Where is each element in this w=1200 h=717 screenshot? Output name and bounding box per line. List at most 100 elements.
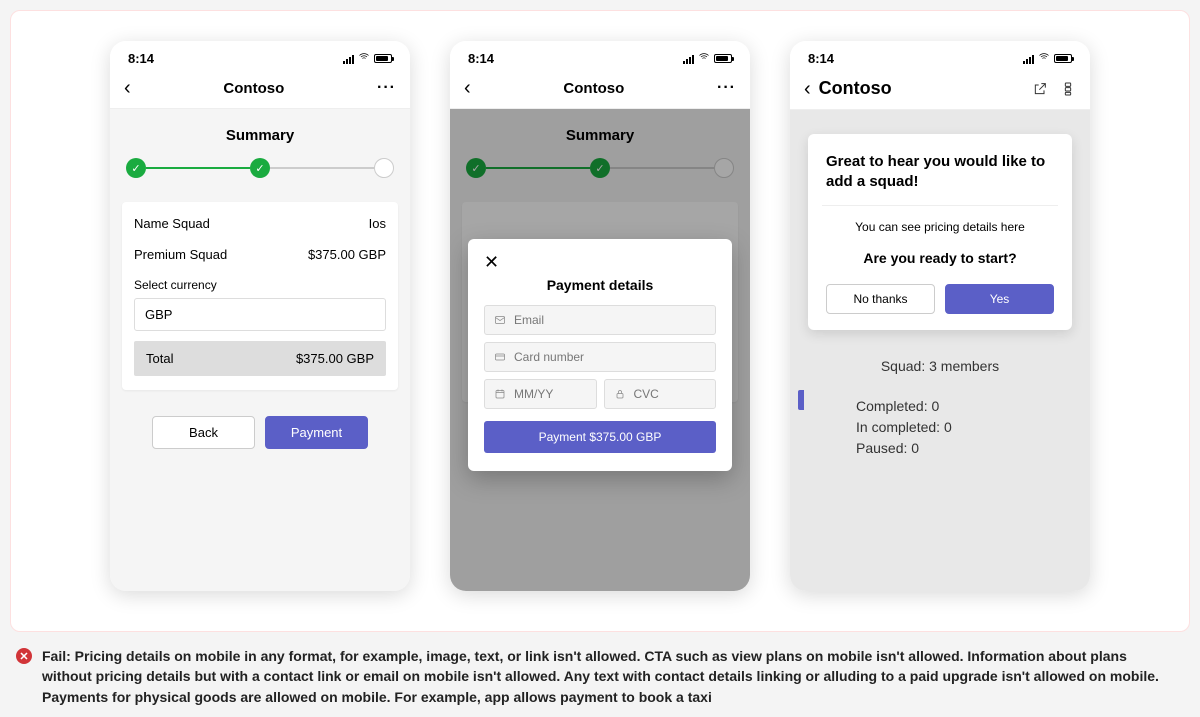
dialog-headline: Great to hear you would like to add a sq… [826, 152, 1054, 193]
card-placeholder: Card number [514, 350, 584, 364]
card-icon [494, 351, 506, 363]
progress-stepper: ✓ ✓ ✓ [466, 158, 734, 178]
example-container: 8:14 ‹ Contoso ··· Summary ✓ ✓ ✓ [10, 10, 1190, 632]
signal-icon [683, 54, 694, 64]
phone-mock-3: 8:14 ‹ Contoso Great to hear you would l… [790, 41, 1090, 591]
phone-mock-2: 8:14 ‹ Contoso ··· Summary ✓ ✓ ✓ Back [450, 41, 750, 591]
screen2-content: Summary ✓ ✓ ✓ Back Payment ✕ Payment det… [450, 109, 750, 591]
more-icon[interactable]: ··· [377, 79, 396, 97]
signal-icon [1023, 54, 1034, 64]
name-label: Name Squad [134, 216, 210, 231]
wifi-icon [698, 51, 710, 66]
fail-icon: ✕ [16, 648, 32, 664]
step-line [146, 167, 250, 169]
wifi-icon [358, 51, 370, 66]
status-time: 8:14 [128, 51, 154, 66]
no-thanks-button[interactable]: No thanks [826, 284, 935, 314]
expiry-field[interactable]: MM/YY [484, 379, 597, 409]
open-external-icon[interactable] [1032, 81, 1048, 97]
caption-body: Pricing details on mobile in any format,… [42, 648, 1159, 705]
email-field[interactable]: Email [484, 305, 716, 335]
squad-info-card: Squad: 3 members Completed: 0 In complet… [810, 344, 1070, 473]
stat-paused: Paused: 0 [856, 438, 1054, 459]
caption-label: Fail: [42, 648, 71, 664]
step-line [486, 167, 590, 169]
step-line [610, 167, 714, 169]
battery-icon [714, 54, 732, 63]
battery-icon [1054, 54, 1072, 63]
step-pending-icon: ✓ [374, 158, 394, 178]
status-time: 8:14 [808, 51, 834, 66]
nav-title: Contoso [819, 78, 892, 99]
phone-mock-1: 8:14 ‹ Contoso ··· Summary ✓ ✓ ✓ [110, 41, 410, 591]
back-icon[interactable]: ‹ [804, 79, 811, 99]
signal-icon [343, 54, 354, 64]
page-title: Summary [122, 127, 398, 144]
nav-bar: ‹ Contoso ··· [450, 70, 750, 109]
expiry-placeholder: MM/YY [514, 387, 553, 401]
caption-text: Fail: Pricing details on mobile in any f… [42, 646, 1164, 707]
currency-select[interactable]: GBP [134, 298, 386, 331]
selection-indicator [798, 390, 804, 410]
stats-block: Completed: 0 In completed: 0 Paused: 0 [826, 396, 1054, 459]
name-row: Name Squad Ios [134, 216, 386, 231]
payment-modal: ✕ Payment details Email Card number MM/Y… [468, 239, 732, 471]
currency-label: Select currency [134, 278, 386, 292]
stat-completed: Completed: 0 [856, 396, 1054, 417]
status-right [343, 51, 392, 66]
nav-actions [1032, 81, 1076, 97]
step-done-icon: ✓ [250, 158, 270, 178]
dialog-actions: No thanks Yes [826, 284, 1054, 314]
back-button[interactable]: Back [152, 416, 255, 449]
screen3-content: Great to hear you would like to add a sq… [790, 110, 1090, 591]
lock-icon [614, 388, 626, 400]
premium-value: $375.00 GBP [308, 247, 386, 262]
dialog-question: Are you ready to start? [826, 250, 1054, 266]
step-pending-icon: ✓ [714, 158, 734, 178]
divider [822, 205, 1058, 206]
cvc-field[interactable]: CVC [604, 379, 717, 409]
premium-label: Premium Squad [134, 247, 227, 262]
card-field[interactable]: Card number [484, 342, 716, 372]
screen1-content: Summary ✓ ✓ ✓ Name Squad Ios Premium Squ… [110, 109, 410, 591]
payment-button[interactable]: Payment [265, 416, 368, 449]
premium-row: Premium Squad $375.00 GBP [134, 247, 386, 262]
email-placeholder: Email [514, 313, 544, 327]
back-icon[interactable]: ‹ [464, 78, 471, 98]
nav-title: Contoso [223, 80, 284, 97]
progress-stepper: ✓ ✓ ✓ [126, 158, 394, 178]
close-icon[interactable]: ✕ [484, 252, 499, 272]
nav-bar: ‹ Contoso [790, 70, 1090, 110]
nav-title: Contoso [563, 80, 624, 97]
more-icon[interactable]: ··· [717, 79, 736, 97]
squad-members: Squad: 3 members [826, 358, 1054, 374]
nav-bar: ‹ Contoso ··· [110, 70, 410, 109]
total-label: Total [146, 351, 173, 366]
summary-card: Name Squad Ios Premium Squad $375.00 GBP… [122, 202, 398, 390]
total-row: Total $375.00 GBP [134, 341, 386, 376]
step-done-icon: ✓ [126, 158, 146, 178]
submit-payment-button[interactable]: Payment $375.00 GBP [484, 421, 716, 453]
status-time: 8:14 [468, 51, 494, 66]
yes-button[interactable]: Yes [945, 284, 1054, 314]
status-bar: 8:14 [450, 41, 750, 70]
caption-row: ✕ Fail: Pricing details on mobile in any… [10, 646, 1170, 707]
pricing-link-text[interactable]: You can see pricing details here [826, 220, 1054, 234]
step-done-icon: ✓ [590, 158, 610, 178]
mail-icon [494, 314, 506, 326]
status-bar: 8:14 [790, 41, 1090, 70]
app-menu-icon[interactable] [1060, 81, 1076, 97]
step-done-icon: ✓ [466, 158, 486, 178]
step-line [270, 167, 374, 169]
action-row: Back Payment [122, 416, 398, 449]
status-right [1023, 51, 1072, 66]
battery-icon [374, 54, 392, 63]
status-right [683, 51, 732, 66]
wifi-icon [1038, 51, 1050, 66]
back-icon[interactable]: ‹ [124, 78, 131, 98]
calendar-icon [494, 388, 506, 400]
name-value: Ios [369, 216, 386, 231]
status-bar: 8:14 [110, 41, 410, 70]
confirm-dialog: Great to hear you would like to add a sq… [808, 134, 1072, 330]
page-title: Summary [462, 127, 738, 144]
